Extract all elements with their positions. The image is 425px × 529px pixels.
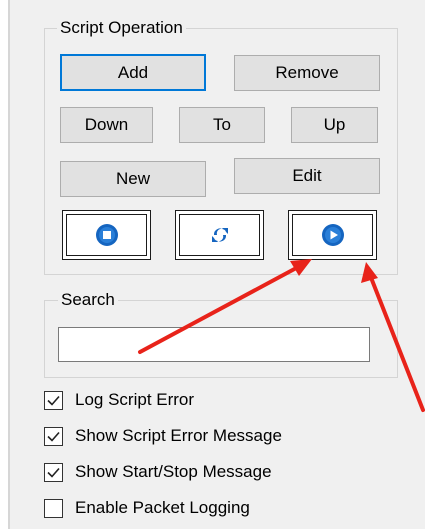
- edit-button[interactable]: Edit: [234, 158, 380, 194]
- option-enable-packet-logging[interactable]: Enable Packet Logging: [44, 495, 250, 521]
- refresh-icon: [211, 228, 228, 242]
- option-label: Show Script Error Message: [75, 426, 282, 445]
- play-icon: [321, 224, 344, 246]
- script-operation-title: Script Operation: [57, 18, 186, 38]
- checkmark-icon: [47, 395, 60, 406]
- to-button[interactable]: To: [179, 107, 265, 143]
- checkmark-icon: [47, 431, 60, 442]
- checkmark-icon: [47, 467, 60, 478]
- checkbox[interactable]: [44, 498, 63, 518]
- search-title: Search: [58, 290, 118, 310]
- checkbox[interactable]: [44, 426, 63, 446]
- panel-left-border: [0, 0, 10, 529]
- option-show-script-error-message[interactable]: Show Script Error Message: [44, 423, 282, 449]
- option-label: Show Start/Stop Message: [75, 462, 272, 481]
- option-label: Enable Packet Logging: [75, 498, 250, 517]
- search-input[interactable]: [58, 327, 370, 362]
- refresh-script-button[interactable]: [175, 210, 264, 260]
- option-label: Log Script Error: [75, 390, 195, 409]
- checkbox[interactable]: [44, 390, 63, 410]
- play-script-button[interactable]: [288, 210, 377, 260]
- down-button[interactable]: Down: [60, 107, 153, 143]
- option-log-script-error[interactable]: Log Script Error: [44, 387, 194, 413]
- option-show-start-stop-message[interactable]: Show Start/Stop Message: [44, 459, 272, 485]
- checkbox[interactable]: [44, 462, 63, 482]
- add-button[interactable]: Add: [60, 54, 206, 91]
- stop-script-button[interactable]: [62, 210, 151, 260]
- remove-button[interactable]: Remove: [234, 55, 380, 91]
- stop-icon: [95, 224, 118, 246]
- up-button[interactable]: Up: [291, 107, 378, 143]
- script-panel: Script Operation Add Remove Down To Up N…: [0, 0, 425, 529]
- new-button[interactable]: New: [60, 161, 206, 197]
